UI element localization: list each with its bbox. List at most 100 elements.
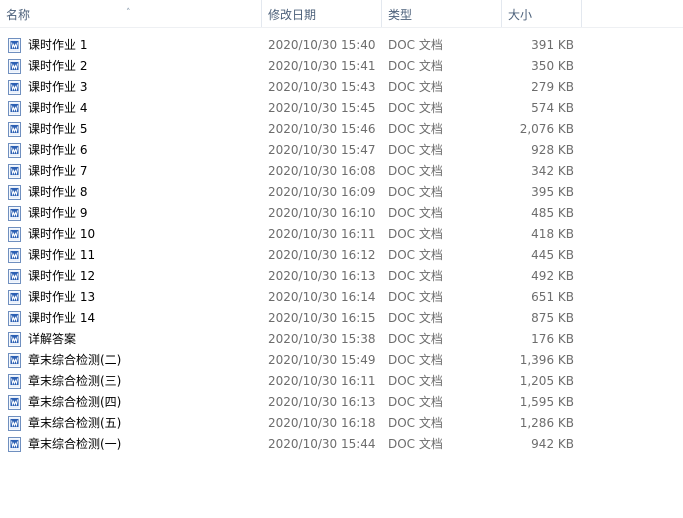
- column-header-type-label: 类型: [388, 8, 413, 22]
- file-type: DOC 文档: [388, 164, 443, 178]
- file-modified-date: 2020/10/30 16:11: [268, 374, 376, 388]
- file-row[interactable]: 课时作业 1 2020/10/30 15:40 DOC 文档 391 KB: [0, 35, 683, 56]
- file-modified-date: 2020/10/30 15:46: [268, 122, 376, 136]
- file-size: 651 KB: [531, 290, 574, 304]
- file-size: 176 KB: [531, 332, 574, 346]
- word-document-icon: [8, 353, 21, 368]
- word-document-icon: [8, 374, 21, 389]
- file-type: DOC 文档: [388, 38, 443, 52]
- file-name: 课时作业 8: [28, 185, 88, 199]
- word-document-icon: [8, 101, 21, 116]
- file-type: DOC 文档: [388, 59, 443, 73]
- word-document-icon: [8, 248, 21, 263]
- file-modified-date: 2020/10/30 15:40: [268, 38, 376, 52]
- file-row[interactable]: 课时作业 2 2020/10/30 15:41 DOC 文档 350 KB: [0, 56, 683, 77]
- file-name: 章末综合检测(一): [28, 437, 122, 451]
- file-size: 418 KB: [531, 227, 574, 241]
- file-type: DOC 文档: [388, 353, 443, 367]
- file-row[interactable]: 课时作业 7 2020/10/30 16:08 DOC 文档 342 KB: [0, 161, 683, 182]
- file-type: DOC 文档: [388, 374, 443, 388]
- column-header-type[interactable]: 类型: [382, 0, 502, 27]
- file-modified-date: 2020/10/30 15:43: [268, 80, 376, 94]
- column-header-date[interactable]: 修改日期: [262, 0, 382, 27]
- file-modified-date: 2020/10/30 16:10: [268, 206, 376, 220]
- file-modified-date: 2020/10/30 16:13: [268, 269, 376, 283]
- file-row[interactable]: 章末综合检测(四) 2020/10/30 16:13 DOC 文档 1,595 KB: [0, 392, 683, 413]
- file-type: DOC 文档: [388, 80, 443, 94]
- file-modified-date: 2020/10/30 15:45: [268, 101, 376, 115]
- file-row[interactable]: 课时作业 3 2020/10/30 15:43 DOC 文档 279 KB: [0, 77, 683, 98]
- file-name: 详解答案: [28, 332, 77, 346]
- column-header-size[interactable]: 大小: [502, 0, 582, 27]
- file-name: 课时作业 6: [28, 143, 88, 157]
- file-size: 445 KB: [531, 248, 574, 262]
- word-document-icon: [8, 416, 21, 431]
- file-row[interactable]: 课时作业 8 2020/10/30 16:09 DOC 文档 395 KB: [0, 182, 683, 203]
- file-type: DOC 文档: [388, 311, 443, 325]
- file-modified-date: 2020/10/30 15:47: [268, 143, 376, 157]
- file-name: 课时作业 3: [28, 80, 88, 94]
- file-name: 课时作业 9: [28, 206, 88, 220]
- file-size: 350 KB: [531, 59, 574, 73]
- file-row[interactable]: 课时作业 9 2020/10/30 16:10 DOC 文档 485 KB: [0, 203, 683, 224]
- file-row[interactable]: 课时作业 5 2020/10/30 15:46 DOC 文档 2,076 KB: [0, 119, 683, 140]
- file-modified-date: 2020/10/30 16:18: [268, 416, 376, 430]
- file-row[interactable]: 课时作业 12 2020/10/30 16:13 DOC 文档 492 KB: [0, 266, 683, 287]
- word-document-icon: [8, 311, 21, 326]
- file-type: DOC 文档: [388, 332, 443, 346]
- file-name: 课时作业 12: [28, 269, 96, 283]
- word-document-icon: [8, 437, 21, 452]
- column-header-bar: 名称 ˄ 修改日期 类型 大小: [0, 0, 683, 28]
- column-header-name[interactable]: 名称 ˄: [0, 0, 262, 27]
- file-name: 章末综合检测(三): [28, 374, 122, 388]
- word-document-icon: [8, 332, 21, 347]
- word-document-icon: [8, 185, 21, 200]
- file-row[interactable]: 课时作业 14 2020/10/30 16:15 DOC 文档 875 KB: [0, 308, 683, 329]
- column-header-size-label: 大小: [508, 8, 533, 22]
- word-document-icon: [8, 269, 21, 284]
- file-name: 课时作业 10: [28, 227, 96, 241]
- file-type: DOC 文档: [388, 290, 443, 304]
- file-row[interactable]: 章末综合检测(二) 2020/10/30 15:49 DOC 文档 1,396 KB: [0, 350, 683, 371]
- file-name: 课时作业 14: [28, 311, 96, 325]
- file-type: DOC 文档: [388, 437, 443, 451]
- file-modified-date: 2020/10/30 16:12: [268, 248, 376, 262]
- file-name: 课时作业 11: [28, 248, 96, 262]
- file-type: DOC 文档: [388, 395, 443, 409]
- word-document-icon: [8, 290, 21, 305]
- file-name: 课时作业 2: [28, 59, 88, 73]
- file-name: 章末综合检测(四): [28, 395, 122, 409]
- file-row[interactable]: 课时作业 4 2020/10/30 15:45 DOC 文档 574 KB: [0, 98, 683, 119]
- file-modified-date: 2020/10/30 15:49: [268, 353, 376, 367]
- file-name: 课时作业 7: [28, 164, 88, 178]
- file-row[interactable]: 课时作业 13 2020/10/30 16:14 DOC 文档 651 KB: [0, 287, 683, 308]
- file-size: 928 KB: [531, 143, 574, 157]
- file-size: 1,205 KB: [519, 374, 574, 388]
- column-header-name-label: 名称: [6, 8, 31, 22]
- file-type: DOC 文档: [388, 206, 443, 220]
- file-row[interactable]: 课时作业 11 2020/10/30 16:12 DOC 文档 445 KB: [0, 245, 683, 266]
- file-type: DOC 文档: [388, 269, 443, 283]
- file-row[interactable]: 章末综合检测(五) 2020/10/30 16:18 DOC 文档 1,286 KB: [0, 413, 683, 434]
- file-name: 章末综合检测(二): [28, 353, 122, 367]
- file-row[interactable]: 课时作业 10 2020/10/30 16:11 DOC 文档 418 KB: [0, 224, 683, 245]
- file-name: 章末综合检测(五): [28, 416, 122, 430]
- file-row[interactable]: 章末综合检测(三) 2020/10/30 16:11 DOC 文档 1,205 KB: [0, 371, 683, 392]
- word-document-icon: [8, 164, 21, 179]
- column-header-date-label: 修改日期: [268, 8, 317, 22]
- file-modified-date: 2020/10/30 16:09: [268, 185, 376, 199]
- file-modified-date: 2020/10/30 16:14: [268, 290, 376, 304]
- file-row[interactable]: 章末综合检测(一) 2020/10/30 15:44 DOC 文档 942 KB: [0, 434, 683, 455]
- file-type: DOC 文档: [388, 101, 443, 115]
- file-type: DOC 文档: [388, 416, 443, 430]
- file-size: 942 KB: [531, 437, 574, 451]
- file-row[interactable]: 课时作业 6 2020/10/30 15:47 DOC 文档 928 KB: [0, 140, 683, 161]
- word-document-icon: [8, 59, 21, 74]
- file-size: 492 KB: [531, 269, 574, 283]
- file-row[interactable]: 详解答案 2020/10/30 15:38 DOC 文档 176 KB: [0, 329, 683, 350]
- file-modified-date: 2020/10/30 15:41: [268, 59, 376, 73]
- file-size: 391 KB: [531, 38, 574, 52]
- file-type: DOC 文档: [388, 122, 443, 136]
- file-name: 课时作业 13: [28, 290, 96, 304]
- file-list: 课时作业 1 2020/10/30 15:40 DOC 文档 391 KB 课时作业 2…: [0, 35, 683, 455]
